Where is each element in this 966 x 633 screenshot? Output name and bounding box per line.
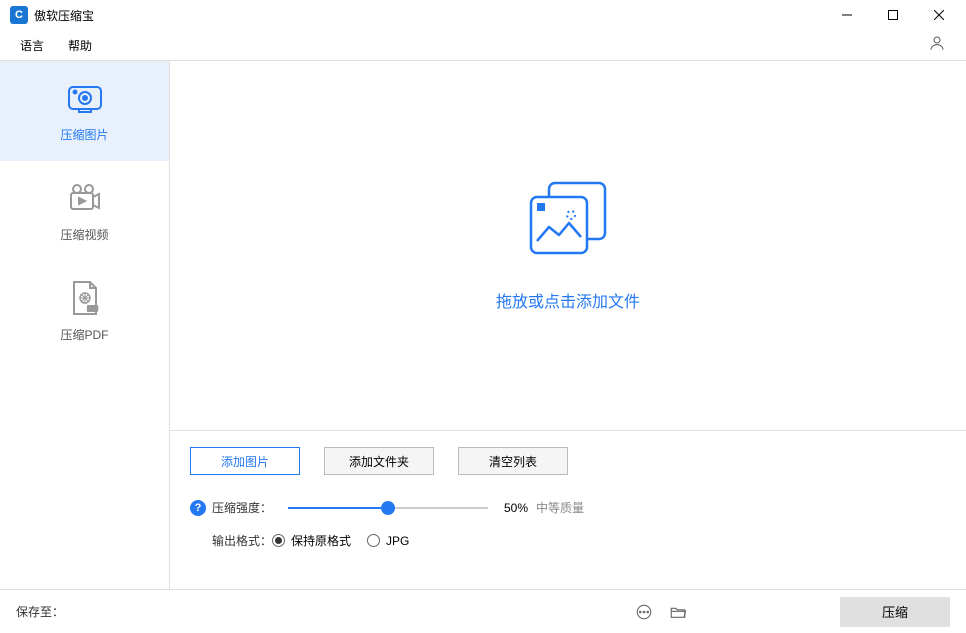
- sidebar-item-video[interactable]: 压缩视频: [0, 161, 169, 261]
- app-title: 傲软压缩宝: [34, 7, 824, 24]
- output-label: 输出格式：: [212, 532, 272, 549]
- quality-label: 中等质量: [536, 499, 584, 516]
- save-to-label: 保存至：: [16, 603, 64, 620]
- window-controls: [824, 0, 962, 30]
- strength-slider[interactable]: [288, 507, 488, 509]
- clear-list-button[interactable]: 清空列表: [458, 447, 568, 475]
- add-folder-button[interactable]: 添加文件夹: [324, 447, 434, 475]
- compress-button[interactable]: 压缩: [840, 597, 950, 627]
- radio-keep-original[interactable]: 保持原格式: [272, 532, 351, 549]
- more-icon[interactable]: [632, 600, 656, 624]
- button-row: 添加图片 添加文件夹 清空列表: [190, 447, 946, 475]
- sidebar-item-image[interactable]: 压缩图片: [0, 61, 169, 161]
- sidebar-item-pdf[interactable]: PDF 压缩PDF: [0, 261, 169, 361]
- content: 拖放或点击添加文件 添加图片 添加文件夹 清空列表 ? 压缩强度： 50% 中等…: [170, 61, 966, 589]
- radio-icon: [272, 534, 285, 547]
- image-stack-icon: [523, 179, 613, 264]
- maximize-button[interactable]: [870, 0, 916, 30]
- radio-label: 保持原格式: [291, 532, 351, 549]
- output-radio-group: 保持原格式 JPG: [272, 532, 409, 549]
- radio-icon: [367, 534, 380, 547]
- controls-panel: 添加图片 添加文件夹 清空列表 ? 压缩强度： 50% 中等质量 输出格式：: [170, 430, 966, 589]
- sidebar-item-label: 压缩视频: [60, 226, 108, 243]
- output-format-row: 输出格式： 保持原格式 JPG: [190, 532, 946, 549]
- video-icon: [67, 180, 103, 216]
- minimize-button[interactable]: [824, 0, 870, 30]
- main: 压缩图片 压缩视频 PDF 压缩PDF: [0, 60, 966, 589]
- strength-label: 压缩强度：: [212, 499, 272, 516]
- folder-icon[interactable]: [666, 600, 690, 624]
- radio-label: JPG: [386, 534, 409, 548]
- help-icon[interactable]: ?: [190, 500, 206, 516]
- compression-strength-row: ? 压缩强度： 50% 中等质量: [190, 499, 946, 516]
- app-icon: C: [10, 6, 28, 24]
- close-button[interactable]: [916, 0, 962, 30]
- sidebar-item-label: 压缩图片: [60, 126, 108, 143]
- sidebar: 压缩图片 压缩视频 PDF 压缩PDF: [0, 61, 170, 589]
- menu-language[interactable]: 语言: [8, 33, 56, 58]
- pdf-icon: PDF: [67, 280, 103, 316]
- strength-percent: 50%: [504, 501, 528, 515]
- dropzone[interactable]: 拖放或点击添加文件: [170, 61, 966, 430]
- sidebar-item-label: 压缩PDF: [60, 326, 108, 343]
- radio-jpg[interactable]: JPG: [367, 534, 409, 548]
- menubar: 语言 帮助: [0, 30, 966, 60]
- svg-text:PDF: PDF: [87, 307, 97, 313]
- dropzone-hint: 拖放或点击添加文件: [496, 288, 640, 312]
- menu-help[interactable]: 帮助: [56, 33, 104, 58]
- add-image-button[interactable]: 添加图片: [190, 447, 300, 475]
- footer: 保存至： 压缩: [0, 589, 966, 633]
- titlebar: C 傲软压缩宝: [0, 0, 966, 30]
- camera-icon: [67, 80, 103, 116]
- user-icon[interactable]: [928, 34, 946, 57]
